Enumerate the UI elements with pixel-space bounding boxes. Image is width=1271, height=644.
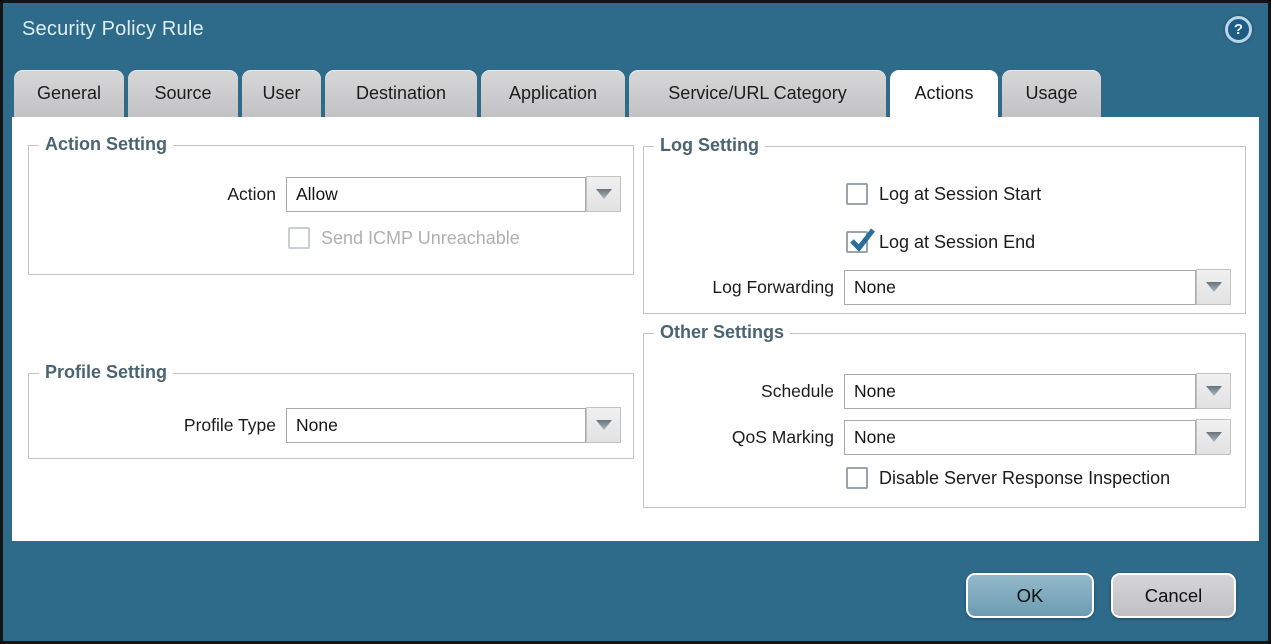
chevron-down-icon[interactable] <box>1196 419 1231 455</box>
other-settings-legend: Other Settings <box>654 322 790 343</box>
schedule-dropdown[interactable]: None <box>844 373 1231 409</box>
log-forwarding-label: Log Forwarding <box>644 269 834 305</box>
tab-general[interactable]: General <box>14 70 124 117</box>
tab-bar: General Source User Destination Applicat… <box>14 70 1101 117</box>
qos-marking-dropdown-value: None <box>844 420 1196 455</box>
dsri-row: Disable Server Response Inspection <box>846 467 1170 489</box>
schedule-dropdown-value: None <box>844 374 1196 409</box>
send-icmp-unreachable-label: Send ICMP Unreachable <box>321 228 520 249</box>
ok-button[interactable]: OK <box>966 573 1094 618</box>
log-session-start-row: Log at Session Start <box>846 183 1041 205</box>
tab-service-url-category[interactable]: Service/URL Category <box>629 70 886 117</box>
tab-content-panel: Action Setting Action Allow Send ICMP Un… <box>12 117 1259 541</box>
profile-type-dropdown[interactable]: None <box>286 407 621 443</box>
tab-user[interactable]: User <box>242 70 321 117</box>
send-icmp-unreachable-row: Send ICMP Unreachable <box>288 227 520 249</box>
log-forwarding-dropdown[interactable]: None <box>844 269 1231 305</box>
schedule-label: Schedule <box>644 373 834 409</box>
log-session-start-label: Log at Session Start <box>879 184 1041 205</box>
log-session-end-checkbox[interactable] <box>846 231 868 253</box>
qos-marking-dropdown[interactable]: None <box>844 419 1231 455</box>
security-policy-rule-dialog: Security Policy Rule ? General Source Us… <box>0 0 1271 644</box>
profile-setting-fieldset: Profile Setting Profile Type None <box>28 373 634 459</box>
dsri-label: Disable Server Response Inspection <box>879 468 1170 489</box>
tab-destination[interactable]: Destination <box>325 70 477 117</box>
help-icon[interactable]: ? <box>1225 16 1252 43</box>
action-label: Action <box>29 176 276 212</box>
qos-marking-label: QoS Marking <box>644 419 834 455</box>
chevron-down-icon[interactable] <box>586 407 621 443</box>
profile-setting-legend: Profile Setting <box>39 362 173 383</box>
tab-actions[interactable]: Actions <box>890 70 998 117</box>
cancel-button[interactable]: Cancel <box>1111 573 1236 618</box>
log-setting-fieldset: Log Setting Log at Session Start Log at … <box>643 146 1246 314</box>
tab-application[interactable]: Application <box>481 70 625 117</box>
chevron-down-icon[interactable] <box>1196 269 1231 305</box>
chevron-down-icon[interactable] <box>586 176 621 212</box>
action-setting-legend: Action Setting <box>39 134 173 155</box>
action-dropdown[interactable]: Allow <box>286 176 621 212</box>
dialog-title: Security Policy Rule <box>22 18 204 41</box>
tab-usage[interactable]: Usage <box>1002 70 1101 117</box>
action-dropdown-value: Allow <box>286 177 586 212</box>
dsri-checkbox[interactable] <box>846 467 868 489</box>
log-session-start-checkbox[interactable] <box>846 183 868 205</box>
chevron-down-icon[interactable] <box>1196 373 1231 409</box>
send-icmp-unreachable-checkbox[interactable] <box>288 227 310 249</box>
tab-source[interactable]: Source <box>128 70 238 117</box>
profile-type-dropdown-value: None <box>286 408 586 443</box>
profile-type-label: Profile Type <box>29 407 276 443</box>
action-setting-fieldset: Action Setting Action Allow Send ICMP Un… <box>28 145 634 275</box>
other-settings-fieldset: Other Settings Schedule None QoS Marking… <box>643 333 1246 508</box>
log-session-end-row: Log at Session End <box>846 231 1035 253</box>
log-forwarding-dropdown-value: None <box>844 270 1196 305</box>
log-setting-legend: Log Setting <box>654 135 765 156</box>
log-session-end-label: Log at Session End <box>879 232 1035 253</box>
